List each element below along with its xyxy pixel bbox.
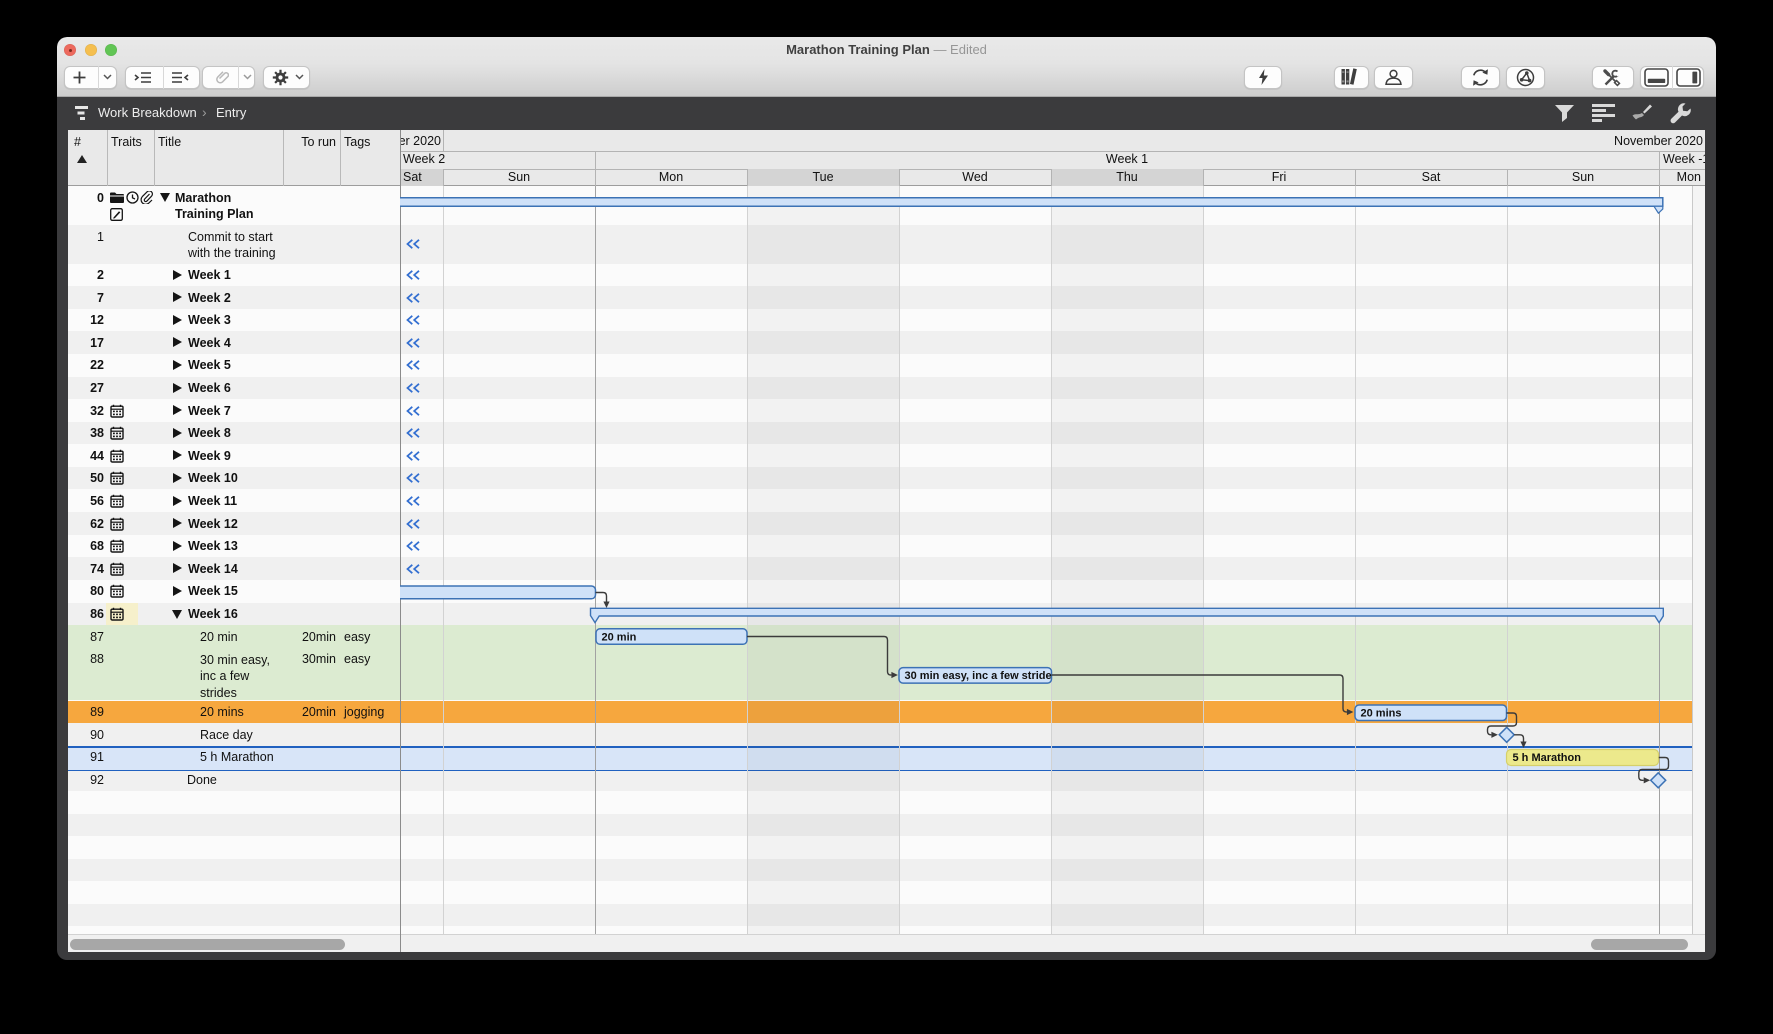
svg-text:5 h Marathon: 5 h Marathon (1513, 752, 1582, 764)
svg-text:20 mins: 20 mins (1361, 708, 1402, 720)
svg-text:20 min: 20 min (602, 631, 637, 643)
svg-text:30 min easy, inc a few strides: 30 min easy, inc a few strides (905, 670, 1058, 682)
